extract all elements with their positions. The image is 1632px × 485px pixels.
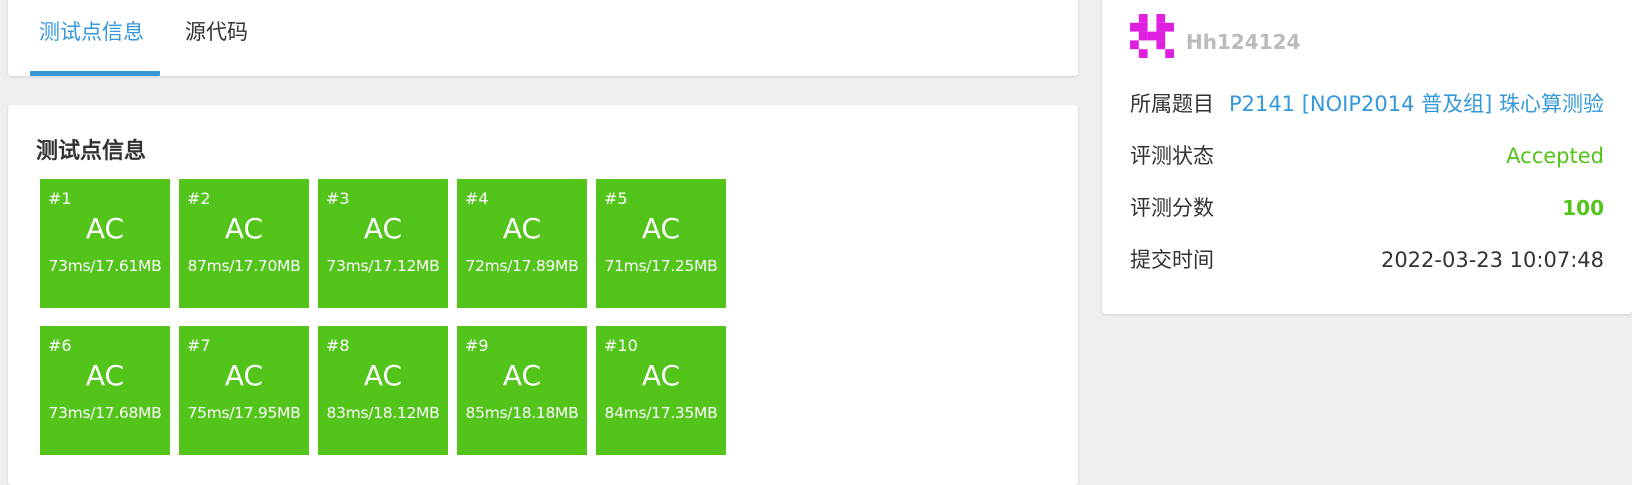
testcase-status: AC: [85, 359, 125, 392]
testcase-tile[interactable]: #6 AC 73ms/17.68MB: [40, 326, 170, 455]
testcase-result: 87ms/17.70MB: [187, 257, 301, 275]
testcase-status: AC: [502, 212, 542, 245]
testcase-id: #9: [465, 336, 489, 355]
status-label: 评测状态: [1130, 144, 1214, 168]
testcase-tile[interactable]: #2 AC 87ms/17.70MB: [179, 179, 309, 308]
tab-source-code[interactable]: 源代码: [185, 16, 248, 46]
testcase-id: #5: [604, 189, 628, 208]
tab-testcase-info[interactable]: 测试点信息: [39, 16, 144, 46]
testcase-id: #4: [465, 189, 489, 208]
testcase-tile[interactable]: #1 AC 73ms/17.61MB: [40, 179, 170, 308]
testcase-tile[interactable]: #8 AC 83ms/18.12MB: [318, 326, 448, 455]
testcase-status: AC: [224, 359, 264, 392]
testcase-status: AC: [363, 359, 403, 392]
submit-time-label: 提交时间: [1130, 248, 1214, 272]
testcase-status: AC: [363, 212, 403, 245]
section-title: 测试点信息: [36, 139, 147, 164]
testcase-result: 85ms/18.18MB: [465, 404, 579, 422]
testcase-tile[interactable]: #3 AC 73ms/17.12MB: [318, 179, 448, 308]
tabs-card: 测试点信息 源代码: [8, 0, 1078, 76]
testcase-id: #10: [604, 336, 638, 355]
testcase-status: AC: [224, 212, 264, 245]
active-tab-indicator: [30, 71, 160, 76]
submit-time-row: 提交时间 2022-03-23 10:07:48: [1130, 244, 1604, 274]
testcase-id: #7: [187, 336, 211, 355]
testcase-tile[interactable]: #5 AC 71ms/17.25MB: [596, 179, 726, 308]
testcase-result: 71ms/17.25MB: [604, 257, 718, 275]
testcase-id: #2: [187, 189, 211, 208]
testcase-result: 72ms/17.89MB: [465, 257, 579, 275]
testcase-grid: #1 AC 73ms/17.61MB #2 AC 87ms/17.70MB #3 AC 73ms…: [40, 179, 740, 455]
problem-row: 所属题目 P2141 [NOIP2014 普及组] 珠心算测验: [1130, 88, 1604, 118]
status-row: 评测状态 Accepted: [1130, 140, 1604, 170]
testcase-status: AC: [85, 212, 125, 245]
submission-info-card: Hh124124 所属题目 P2141 [NOIP2014 普及组] 珠心算测验…: [1102, 0, 1632, 314]
problem-link[interactable]: P2141 [NOIP2014 普及组] 珠心算测验: [1229, 88, 1604, 118]
testcase-id: #8: [326, 336, 350, 355]
testcase-result: 83ms/18.12MB: [326, 404, 440, 422]
username-link[interactable]: Hh124124: [1186, 30, 1300, 54]
submit-time-value: 2022-03-23 10:07:48: [1380, 248, 1604, 272]
testcase-status: AC: [641, 212, 681, 245]
score-value: 100: [1562, 196, 1604, 220]
testcase-id: #6: [48, 336, 72, 355]
testcase-status: AC: [641, 359, 681, 392]
testcase-id: #3: [326, 189, 350, 208]
testcase-tile[interactable]: #9 AC 85ms/18.18MB: [457, 326, 587, 455]
testcase-result: 73ms/17.61MB: [48, 257, 162, 275]
testcase-result: 84ms/17.35MB: [604, 404, 718, 422]
testcase-result: 73ms/17.68MB: [48, 404, 162, 422]
testcase-tile[interactable]: #4 AC 72ms/17.89MB: [457, 179, 587, 308]
testcase-id: #1: [48, 189, 72, 208]
testcase-result: 75ms/17.95MB: [187, 404, 301, 422]
testcase-result: 73ms/17.12MB: [326, 257, 440, 275]
status-value: Accepted: [1506, 144, 1604, 168]
score-label: 评测分数: [1130, 196, 1214, 220]
problem-label: 所属题目: [1130, 92, 1214, 116]
testcase-status: AC: [502, 359, 542, 392]
testcase-tile[interactable]: #7 AC 75ms/17.95MB: [179, 326, 309, 455]
avatar-icon[interactable]: [1130, 14, 1174, 58]
score-row: 评测分数 100: [1130, 192, 1604, 222]
testcase-card: 测试点信息 #1 AC 73ms/17.61MB #2 AC 87ms/17.70MB #3…: [8, 105, 1078, 485]
testcase-tile[interactable]: #10 AC 84ms/17.35MB: [596, 326, 726, 455]
